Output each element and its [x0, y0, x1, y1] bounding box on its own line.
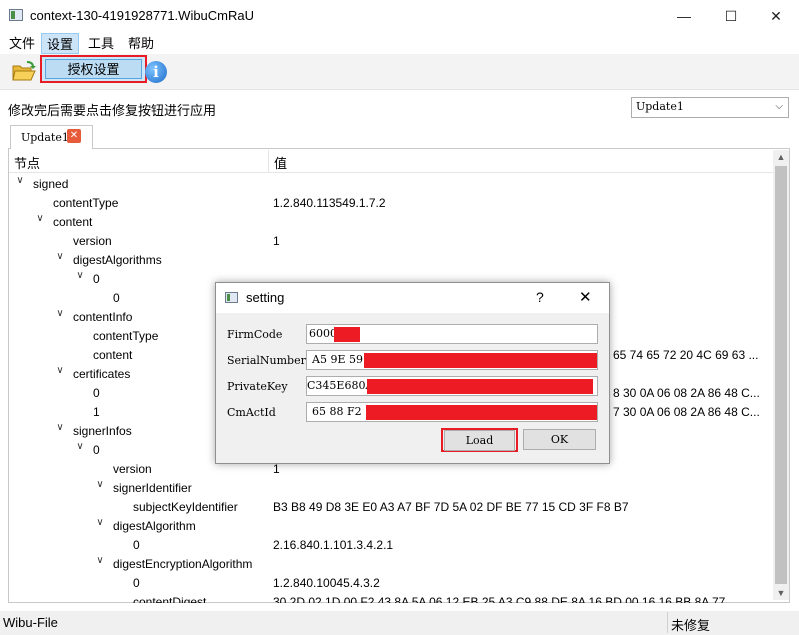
scroll-up-icon[interactable]: ▲: [773, 152, 789, 162]
version-select-value: Update1: [636, 100, 684, 113]
menu-tools[interactable]: 工具: [83, 33, 119, 54]
tree-node[interactable]: contentType: [53, 194, 118, 213]
maximize-button[interactable]: ☐: [708, 0, 754, 32]
tree-node[interactable]: subjectKeyIdentifier: [133, 498, 238, 517]
tree-node[interactable]: contentType: [93, 327, 158, 346]
menu-bar: [0, 32, 799, 54]
tree-node[interactable]: certificates: [73, 365, 130, 384]
cmactid-field[interactable]: 65 88 F2: [306, 402, 598, 422]
minimize-button[interactable]: —: [661, 0, 707, 32]
tree-value: 7 30 0A 06 08 2A 86 48 C...: [613, 405, 760, 419]
tree-node[interactable]: version: [113, 460, 152, 479]
version-select[interactable]: Update1 ⌵: [631, 97, 789, 118]
redaction-mark: [364, 353, 597, 368]
tab-close-icon[interactable]: ✕: [67, 129, 81, 143]
tab-label: Update1: [21, 131, 69, 144]
tree-node[interactable]: 0: [93, 441, 100, 460]
tree-node[interactable]: content: [93, 346, 132, 365]
cmactid-label: CmActId: [227, 406, 276, 419]
collapse-caret-icon[interactable]: ∨: [35, 213, 45, 232]
tree-value: 8 30 0A 06 08 2A 86 48 C...: [613, 386, 760, 400]
status-divider: [667, 612, 668, 633]
tree-value: 2.16.840.1.101.3.4.2.1: [273, 538, 394, 552]
menu-settings[interactable]: 设置: [41, 33, 79, 54]
collapse-caret-icon[interactable]: ∨: [15, 175, 25, 194]
tree-node[interactable]: 0: [93, 270, 100, 289]
tree-node[interactable]: signerInfos: [73, 422, 132, 441]
tree-value: 1: [273, 234, 280, 248]
menu-file[interactable]: 文件: [4, 33, 40, 54]
collapse-caret-icon[interactable]: ∨: [95, 555, 105, 574]
serialnumber-field[interactable]: A5 9E 59: [306, 350, 598, 370]
tree-header: [9, 150, 773, 173]
app-icon: [9, 9, 23, 21]
collapse-caret-icon[interactable]: ∨: [55, 422, 65, 441]
column-header-value[interactable]: 值: [274, 153, 287, 172]
help-icon[interactable]: ?: [536, 289, 544, 305]
tree-node[interactable]: digestAlgorithm: [113, 517, 196, 536]
tree-node[interactable]: content: [53, 213, 92, 232]
collapse-caret-icon[interactable]: ∨: [75, 441, 85, 460]
load-button-highlight: Load: [441, 428, 518, 452]
privatekey-label: PrivateKey: [227, 380, 288, 393]
window-title: context-130-4191928771.WibuCmRaU: [30, 8, 255, 23]
tree-node[interactable]: 1: [93, 403, 100, 422]
dialog-app-icon: [225, 292, 238, 303]
privatekey-field[interactable]: C345E680A7: [306, 376, 598, 396]
tab-update1[interactable]: Update1 ✕: [10, 125, 93, 149]
open-folder-icon[interactable]: [11, 59, 37, 83]
tree-node[interactable]: contentInfo: [73, 308, 132, 327]
serialnumber-label: SerialNumber: [227, 354, 306, 367]
tree-value: 30 2D 02 1D 00 F2 43 8A 5A 06 12 EB 25 A…: [273, 595, 726, 603]
redaction-mark: [334, 327, 360, 342]
info-icon[interactable]: i: [145, 61, 167, 83]
firmcode-value: 6000: [309, 327, 337, 340]
status-file-type: Wibu-File: [3, 615, 58, 630]
chevron-down-icon: ⌵: [775, 101, 783, 112]
tree-value: 65 74 65 72 20 4C 69 63 ...: [613, 348, 759, 362]
dialog-title: setting: [246, 290, 285, 305]
firmcode-label: FirmCode: [227, 328, 283, 341]
tree-node[interactable]: signed: [33, 175, 68, 194]
redaction-mark: [367, 379, 593, 394]
collapse-caret-icon[interactable]: ∨: [95, 479, 105, 498]
collapse-caret-icon[interactable]: ∨: [55, 251, 65, 270]
tree-node[interactable]: version: [73, 232, 112, 251]
tree-value: 1.2.840.10045.4.3.2: [273, 576, 380, 590]
load-button[interactable]: Load: [444, 430, 515, 451]
vertical-scrollbar[interactable]: ▲ ▼: [773, 150, 789, 600]
scroll-down-icon[interactable]: ▼: [773, 588, 789, 598]
tree-value: B3 B8 49 D8 3E E0 A3 A7 BF 7D 5A 02 DF B…: [273, 500, 629, 514]
collapse-caret-icon[interactable]: ∨: [55, 365, 65, 384]
scrollbar-thumb[interactable]: [775, 166, 787, 584]
tree-node[interactable]: digestEncryptionAlgorithm: [113, 555, 252, 574]
collapse-caret-icon[interactable]: ∨: [95, 517, 105, 536]
tree-node[interactable]: signerIdentifier: [113, 479, 192, 498]
cmactid-value: 65 88 F2: [312, 405, 362, 418]
menu-help[interactable]: 帮助: [123, 33, 159, 54]
tree-node[interactable]: 0: [113, 289, 120, 308]
tree-node[interactable]: digestAlgorithms: [73, 251, 162, 270]
collapse-caret-icon[interactable]: ∨: [55, 308, 65, 327]
auth-settings-button[interactable]: 授权设置: [40, 55, 147, 83]
collapse-caret-icon[interactable]: ∨: [75, 270, 85, 289]
auth-settings-label: 授权设置: [45, 59, 142, 79]
ok-button[interactable]: OK: [523, 429, 596, 450]
tree-value: 1.2.840.113549.1.7.2: [273, 196, 386, 210]
setting-dialog: setting ? ✕ FirmCode 6000 SerialNumber A…: [215, 282, 610, 464]
dialog-close-icon[interactable]: ✕: [579, 288, 592, 306]
hint-text: 修改完后需要点击修复按钮进行应用: [8, 103, 217, 118]
close-button[interactable]: ✕: [753, 0, 799, 32]
tree-node[interactable]: contentDigest: [133, 593, 206, 603]
firmcode-field[interactable]: 6000: [306, 324, 598, 344]
column-header-node[interactable]: 节点: [14, 153, 40, 172]
serialnumber-value: A5 9E 59: [312, 353, 363, 366]
header-divider[interactable]: [268, 150, 269, 172]
tree-node[interactable]: 0: [93, 384, 100, 403]
redaction-mark: [366, 405, 597, 420]
tree-node[interactable]: 0: [133, 536, 140, 555]
status-repair-state: 未修复: [671, 618, 711, 633]
tree-node[interactable]: 0: [133, 574, 140, 593]
